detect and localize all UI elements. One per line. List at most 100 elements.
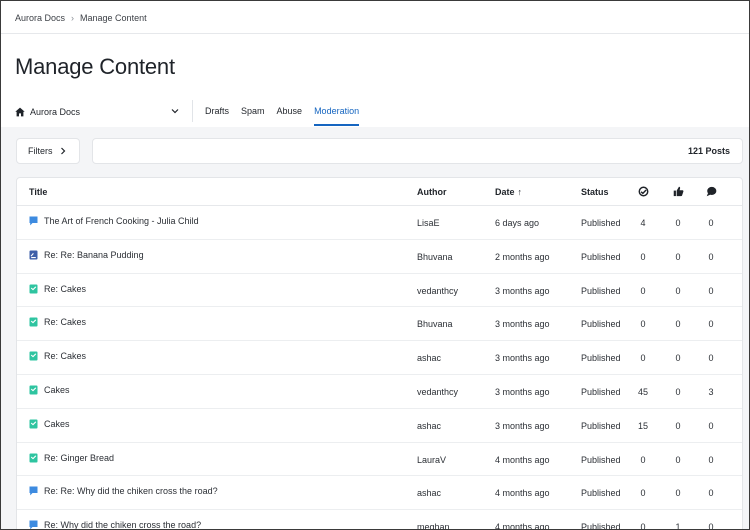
post-author[interactable]: ashac (417, 353, 441, 363)
table-row[interactable]: Re: Cakes Bhuvana 3 months ago Published… (17, 307, 742, 342)
post-kudos-count: 0 (675, 386, 681, 397)
article-icon (29, 284, 38, 294)
post-views-count: 15 (637, 420, 648, 431)
posts-table: Title Author Date ↑ Status The Art of Fre… (16, 177, 743, 530)
post-kudos-count: 0 (675, 454, 681, 465)
post-title-link[interactable]: Re: Cakes (44, 284, 86, 294)
post-date: 3 months ago (495, 319, 550, 330)
post-title-link[interactable]: Cakes (44, 419, 70, 429)
post-date: 6 days ago (495, 218, 540, 228)
post-author[interactable]: Bhuvana (417, 252, 453, 262)
post-replies-count: 0 (708, 319, 714, 330)
column-header-date[interactable]: Date ↑ (495, 187, 522, 197)
post-title-cell: The Art of French Cooking - Julia Child (29, 216, 199, 226)
post-status: Published (581, 251, 621, 262)
manage-content-page: Aurora Docs › Manage Content Manage Cont… (0, 0, 750, 530)
post-author[interactable]: Bhuvana (417, 319, 453, 329)
breadcrumb: Aurora Docs › Manage Content (15, 13, 147, 23)
column-header-status[interactable]: Status (581, 187, 609, 197)
column-header-title[interactable]: Title (29, 187, 47, 197)
community-select-value: Aurora Docs (30, 107, 81, 117)
post-replies-count: 0 (708, 285, 714, 296)
article-icon (29, 385, 38, 395)
post-status: Published (581, 353, 621, 364)
post-title-cell: Cakes (29, 385, 70, 395)
table-row[interactable]: Re: Re: Banana Pudding Bhuvana 2 months … (17, 240, 742, 274)
post-author[interactable]: ashac (417, 421, 441, 431)
table-row[interactable]: Cakes vedanthcy 3 months ago Published 4… (17, 375, 742, 409)
post-replies-count: 0 (708, 522, 714, 530)
post-title-link[interactable]: Re: Ginger Bread (44, 453, 114, 463)
table-row[interactable]: Re: Ginger Bread LauraV 4 months ago Pub… (17, 443, 742, 477)
table-row[interactable]: Re: Re: Why did the chiken cross the roa… (17, 476, 742, 511)
page-title: Manage Content (15, 54, 175, 79)
post-author[interactable]: vedanthcy (417, 387, 458, 397)
post-author[interactable]: vedanthcy (417, 286, 458, 296)
question-icon (29, 216, 38, 226)
column-header-kudos[interactable] (669, 186, 687, 199)
post-author[interactable]: LisaE (417, 218, 440, 228)
post-views-count: 0 (640, 522, 646, 530)
table-row[interactable]: Re: Why did the chiken cross the road? m… (17, 510, 742, 530)
breadcrumb-community-link[interactable]: Aurora Docs (15, 13, 65, 23)
post-status: Published (581, 488, 621, 499)
post-title-link[interactable]: Re: Re: Why did the chiken cross the roa… (44, 486, 218, 496)
post-date: 4 months ago (495, 454, 550, 465)
table-row[interactable]: Cakes ashac 3 months ago Published 15 0 … (17, 409, 742, 443)
post-date: 4 months ago (495, 488, 550, 499)
post-date: 3 months ago (495, 386, 550, 397)
post-title-link[interactable]: Re: Cakes (44, 317, 86, 327)
post-views-count: 4 (640, 218, 646, 228)
table-body: The Art of French Cooking - Julia Child … (17, 206, 742, 530)
table-row[interactable]: Re: Cakes vedanthcy 3 months ago Publish… (17, 274, 742, 308)
breadcrumb-current: Manage Content (80, 13, 147, 23)
toolbar-divider (192, 100, 193, 122)
post-title-link[interactable]: The Art of French Cooking - Julia Child (44, 216, 199, 226)
post-author[interactable]: LauraV (417, 455, 446, 465)
community-select[interactable]: Aurora Docs (15, 103, 181, 121)
filters-label: Filters (28, 146, 53, 156)
post-title-link[interactable]: Re: Cakes (44, 351, 86, 361)
post-date: 3 months ago (495, 420, 550, 431)
post-kudos-count: 1 (675, 522, 681, 530)
column-header-date-label: Date (495, 187, 515, 197)
column-header-views[interactable] (634, 186, 652, 199)
post-replies-count: 0 (708, 353, 714, 364)
column-header-author[interactable]: Author (417, 187, 447, 197)
post-replies-count: 0 (708, 488, 714, 499)
post-author[interactable]: ashac (417, 488, 441, 498)
question-icon (29, 486, 38, 496)
column-header-replies[interactable] (702, 186, 720, 199)
post-title-cell: Re: Cakes (29, 317, 86, 327)
tab-moderation[interactable]: Moderation (314, 97, 360, 126)
post-replies-count: 0 (708, 454, 714, 465)
post-title-link[interactable]: Cakes (44, 385, 70, 395)
post-status: Published (581, 420, 621, 431)
post-status: Published (581, 285, 621, 296)
post-kudos-count: 0 (675, 218, 681, 228)
post-kudos-count: 0 (675, 251, 681, 262)
article-icon (29, 351, 38, 361)
table-row[interactable]: Re: Cakes ashac 3 months ago Published 0… (17, 341, 742, 375)
post-title-cell: Re: Cakes (29, 351, 86, 361)
post-title-link[interactable]: Re: Re: Banana Pudding (44, 250, 144, 260)
post-kudos-count: 0 (675, 420, 681, 431)
filters-button[interactable]: Filters (16, 138, 80, 164)
chevron-down-icon (171, 109, 179, 114)
post-status: Published (581, 218, 621, 228)
home-icon (15, 107, 25, 117)
post-date: 3 months ago (495, 285, 550, 296)
tab-drafts[interactable]: Drafts (205, 97, 229, 126)
header-divider (1, 33, 749, 34)
post-kudos-count: 0 (675, 285, 681, 296)
post-title-cell: Re: Cakes (29, 284, 86, 294)
post-kudos-count: 0 (675, 319, 681, 330)
sort-ascending-icon: ↑ (517, 187, 523, 197)
table-row[interactable]: The Art of French Cooking - Julia Child … (17, 206, 742, 240)
post-views-count: 45 (637, 386, 648, 397)
tab-abuse[interactable]: Abuse (277, 97, 303, 126)
post-replies-count: 3 (708, 386, 714, 397)
tab-spam[interactable]: Spam (241, 97, 265, 126)
post-author[interactable]: meghan (417, 522, 450, 529)
post-title-link[interactable]: Re: Why did the chiken cross the road? (44, 520, 201, 529)
